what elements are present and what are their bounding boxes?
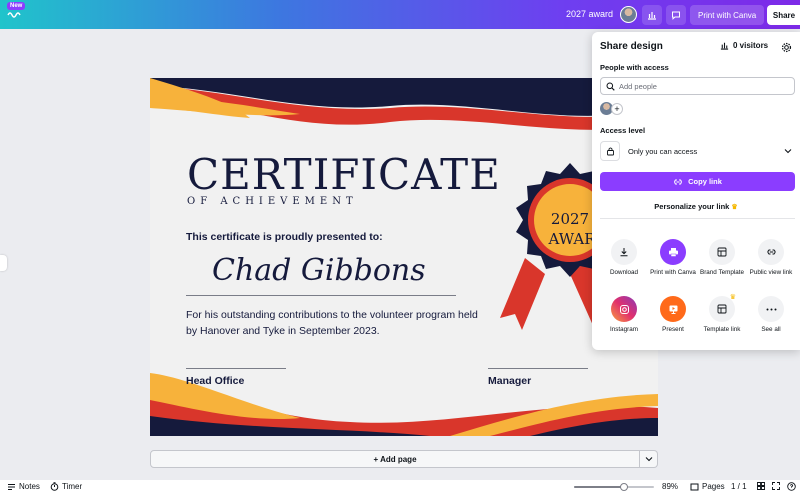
presented-to-text: This certificate is proudly presented to… — [186, 231, 383, 243]
timer-button[interactable]: Timer — [50, 482, 82, 491]
link-icon — [758, 239, 784, 265]
signature-label-right: Manager — [488, 375, 532, 387]
help-icon — [787, 482, 796, 491]
option-see-all-label: See all — [761, 326, 781, 333]
people-list: + — [600, 102, 623, 115]
new-badge: New — [7, 2, 26, 10]
access-level-value: Only you can access — [628, 146, 698, 156]
option-brand-template-label: Brand Template — [700, 269, 744, 276]
print-icon — [660, 239, 686, 265]
present-icon — [660, 296, 686, 322]
copy-link-button[interactable]: Copy link — [600, 172, 795, 191]
pages-label: Pages — [702, 482, 725, 491]
status-bar: Notes Timer 89% Pages 1 / 1 — [0, 480, 800, 492]
brand-template-icon — [709, 239, 735, 265]
top-bar: New 2027 award Print with Canva Share — [0, 0, 800, 29]
share-button[interactable]: Share — [767, 5, 800, 25]
gear-icon — [781, 42, 792, 53]
comments-button[interactable] — [666, 5, 686, 25]
bar-chart-icon — [720, 42, 729, 50]
zoom-slider-knob[interactable] — [619, 483, 628, 491]
help-button[interactable] — [787, 482, 796, 491]
personalize-link-label: Personalize your link — [654, 202, 730, 211]
pages-button[interactable]: Pages — [690, 482, 725, 491]
option-public-view-link-label: Public view link — [749, 269, 793, 276]
chevron-down-icon — [645, 457, 652, 462]
add-people-input[interactable]: Add people — [600, 77, 795, 95]
canva-home-button[interactable]: New — [5, 1, 26, 21]
share-panel-title: Share design — [600, 41, 663, 52]
download-icon — [611, 239, 637, 265]
add-page-button[interactable]: + Add page — [150, 450, 640, 468]
share-settings-button[interactable] — [781, 40, 792, 58]
notes-icon — [8, 483, 15, 490]
option-download[interactable]: Download — [600, 239, 648, 277]
share-design-panel: Share design 0 visitors People with acce… — [592, 32, 800, 350]
lock-icon — [600, 141, 620, 161]
option-brand-template[interactable]: Brand Template — [698, 239, 746, 277]
comment-icon — [672, 11, 680, 20]
crown-icon: ♛ — [731, 204, 738, 211]
certificate-title: CERTIFICATE — [187, 150, 501, 199]
option-instagram-label: Instagram — [610, 326, 638, 333]
copy-link-label: Copy link — [688, 177, 722, 186]
certificate-body: For his outstanding contributions to the… — [186, 309, 478, 337]
bar-chart-icon — [648, 12, 656, 20]
canva-logo-icon — [7, 12, 21, 18]
zoom-slider-fill — [574, 486, 624, 488]
people-with-access-label: People with access — [600, 63, 669, 72]
timer-icon — [50, 482, 59, 491]
grid-view-button[interactable] — [757, 482, 765, 490]
chevron-down-icon — [784, 149, 792, 154]
more-icon — [758, 296, 784, 322]
insights-button[interactable] — [642, 5, 662, 25]
grid-icon — [757, 482, 765, 490]
visitors-count: 0 visitors — [733, 41, 769, 50]
certificate-subtitle: OF ACHIEVEMENT — [187, 196, 358, 207]
add-page-options-button[interactable] — [640, 450, 658, 468]
add-people-placeholder: Add people — [619, 81, 657, 91]
zoom-level[interactable]: 89% — [662, 482, 678, 491]
page-counter: 1 / 1 — [731, 482, 747, 491]
option-template-link-label: Template link — [703, 326, 741, 333]
notes-button[interactable]: Notes — [7, 482, 40, 491]
recipient-name: Chad Gibbons — [212, 253, 426, 288]
template-link-icon: ♛ — [709, 294, 736, 322]
access-level-label: Access level — [600, 126, 646, 135]
crown-icon: ♛ — [729, 294, 736, 301]
print-with-canva-button[interactable]: Print with Canva — [690, 5, 765, 25]
option-download-label: Download — [609, 269, 638, 276]
signature-line-left — [186, 368, 286, 369]
notes-label: Notes — [19, 482, 40, 491]
option-public-view-link[interactable]: Public view link — [747, 239, 795, 277]
expand-icon — [772, 482, 780, 490]
option-instagram[interactable]: Instagram — [600, 296, 648, 334]
timer-label: Timer — [62, 482, 83, 491]
pages-icon — [690, 483, 699, 490]
option-see-all[interactable]: See all — [747, 296, 795, 334]
option-template-link[interactable]: ♛ Template link — [698, 294, 746, 334]
visitors-button[interactable]: 0 visitors — [720, 41, 768, 50]
zoom-slider[interactable] — [574, 483, 654, 491]
option-present-label: Present — [662, 326, 684, 333]
signature-line-right — [488, 368, 588, 369]
option-print-label: Print with Canva — [650, 269, 696, 276]
link-icon — [674, 179, 682, 184]
access-level-select[interactable]: Only you can access — [600, 140, 795, 162]
document-title[interactable]: 2027 award — [566, 9, 613, 19]
panel-divider — [600, 218, 795, 219]
option-print[interactable]: Print with Canva — [649, 239, 697, 277]
side-panel-handle[interactable] — [0, 255, 7, 271]
add-collaborator-button[interactable]: + — [611, 102, 623, 115]
certificate-page[interactable]: CERTIFICATE OF ACHIEVEMENT This certific… — [150, 78, 658, 436]
option-present[interactable]: Present — [649, 296, 697, 334]
signature-label-left: Head Office — [186, 375, 245, 387]
personalize-link-button[interactable]: Personalize your link ♛ — [592, 202, 800, 211]
search-icon — [606, 82, 615, 91]
user-avatar[interactable] — [620, 6, 637, 23]
fullscreen-button[interactable] — [772, 482, 780, 490]
name-underline — [186, 295, 456, 296]
instagram-icon — [611, 296, 637, 322]
